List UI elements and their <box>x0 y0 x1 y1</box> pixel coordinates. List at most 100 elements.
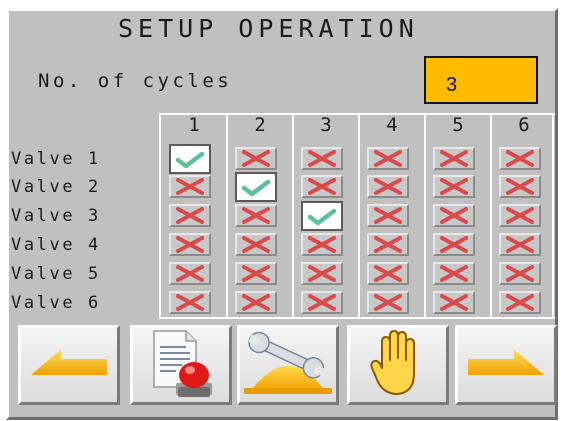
cross-icon <box>176 294 204 311</box>
cross-icon <box>176 207 204 224</box>
valve-4-cycle-3-toggle[interactable] <box>301 233 343 256</box>
cross-icon <box>506 265 534 282</box>
cross-icon <box>308 294 336 311</box>
arrow-right-icon <box>464 343 548 387</box>
cross-icon <box>308 150 336 167</box>
valve-6-cycle-6-toggle[interactable] <box>499 291 541 314</box>
cross-icon <box>440 265 468 282</box>
valve-5-cycle-2-toggle[interactable] <box>235 262 277 285</box>
cross-icon <box>242 207 270 224</box>
valve-3-cycle-1-toggle[interactable] <box>169 204 211 227</box>
arrow-left-icon <box>27 343 111 387</box>
valve-5-cycle-1-toggle[interactable] <box>169 262 211 285</box>
valve-2-cycle-2-toggle[interactable] <box>235 172 277 202</box>
cross-icon <box>308 236 336 253</box>
valve-5-cycle-3-toggle[interactable] <box>301 262 343 285</box>
valve-2-cycle-3-toggle[interactable] <box>301 175 343 198</box>
report-alarm-button[interactable] <box>130 325 232 405</box>
valve-cycle-grid <box>159 113 555 319</box>
cross-icon <box>440 294 468 311</box>
cross-icon <box>176 178 204 195</box>
valve-2-cycle-4-toggle[interactable] <box>367 175 409 198</box>
valve-1-cycle-2-toggle[interactable] <box>235 147 277 170</box>
valve-2-cycle-1-toggle[interactable] <box>169 175 211 198</box>
valve-5-cycle-6-toggle[interactable] <box>499 262 541 285</box>
valve-3-cycle-5-toggle[interactable] <box>433 204 475 227</box>
valve-6-cycle-2-toggle[interactable] <box>235 291 277 314</box>
cross-icon <box>374 178 402 195</box>
valve-6-cycle-4-toggle[interactable] <box>367 291 409 314</box>
valve-2-cycle-5-toggle[interactable] <box>433 175 475 198</box>
valve-5-cycle-5-toggle[interactable] <box>433 262 475 285</box>
screen-title: SETUP OPERATION <box>118 14 419 43</box>
valve-4-cycle-1-toggle[interactable] <box>169 233 211 256</box>
cross-icon <box>374 294 402 311</box>
cross-icon <box>440 207 468 224</box>
hand-icon <box>368 328 428 402</box>
cross-icon <box>374 236 402 253</box>
grid-column-divider <box>490 113 492 319</box>
cross-icon <box>242 236 270 253</box>
check-icon <box>241 179 271 197</box>
maintenance-button[interactable] <box>237 325 339 405</box>
valve-label-3: Valve 3 <box>11 206 101 226</box>
cross-icon <box>506 236 534 253</box>
valve-5-cycle-4-toggle[interactable] <box>367 262 409 285</box>
cross-icon <box>176 236 204 253</box>
valve-1-cycle-4-toggle[interactable] <box>367 147 409 170</box>
document-alarm-icon <box>146 327 216 403</box>
cycles-label: No. of cycles <box>38 70 233 92</box>
valve-4-cycle-5-toggle[interactable] <box>433 233 475 256</box>
valve-1-cycle-5-toggle[interactable] <box>433 147 475 170</box>
cross-icon <box>242 150 270 167</box>
valve-3-cycle-3-toggle[interactable] <box>301 201 343 231</box>
cross-icon <box>440 150 468 167</box>
grid-column-divider <box>358 113 360 319</box>
wrench-helmet-icon <box>240 330 336 400</box>
valve-3-cycle-6-toggle[interactable] <box>499 204 541 227</box>
valve-1-cycle-3-toggle[interactable] <box>301 147 343 170</box>
valve-label-6: Valve 6 <box>11 293 101 313</box>
valve-4-cycle-6-toggle[interactable] <box>499 233 541 256</box>
valve-4-cycle-2-toggle[interactable] <box>235 233 277 256</box>
cross-icon <box>506 150 534 167</box>
valve-3-cycle-4-toggle[interactable] <box>367 204 409 227</box>
valve-6-cycle-5-toggle[interactable] <box>433 291 475 314</box>
column-header-4: 4 <box>386 114 398 136</box>
cross-icon <box>308 178 336 195</box>
check-icon <box>307 208 337 226</box>
column-header-5: 5 <box>452 114 464 136</box>
cross-icon <box>374 265 402 282</box>
valve-3-cycle-2-toggle[interactable] <box>235 204 277 227</box>
cross-icon <box>506 178 534 195</box>
cross-icon <box>242 294 270 311</box>
cross-icon <box>374 150 402 167</box>
grid-column-divider <box>226 113 228 319</box>
forward-arrow-button[interactable] <box>455 325 557 405</box>
grid-bottom-line <box>159 317 555 319</box>
cross-icon <box>506 207 534 224</box>
column-header-2: 2 <box>254 114 266 136</box>
cycles-input[interactable]: 3 <box>424 56 538 104</box>
column-header-3: 3 <box>320 114 332 136</box>
valve-label-2: Valve 2 <box>11 177 101 197</box>
cross-icon <box>440 178 468 195</box>
grid-column-divider <box>424 113 426 319</box>
stop-hand-button[interactable] <box>347 325 449 405</box>
valve-2-cycle-6-toggle[interactable] <box>499 175 541 198</box>
valve-6-cycle-3-toggle[interactable] <box>301 291 343 314</box>
valve-4-cycle-4-toggle[interactable] <box>367 233 409 256</box>
valve-1-cycle-1-toggle[interactable] <box>169 144 211 174</box>
cross-icon <box>308 265 336 282</box>
back-arrow-button[interactable] <box>18 325 120 405</box>
valve-6-cycle-1-toggle[interactable] <box>169 291 211 314</box>
cross-icon <box>242 265 270 282</box>
check-icon <box>175 151 205 169</box>
cross-icon <box>506 294 534 311</box>
grid-column-divider <box>552 113 554 319</box>
cross-icon <box>374 207 402 224</box>
cross-icon <box>440 236 468 253</box>
valve-1-cycle-6-toggle[interactable] <box>499 147 541 170</box>
valve-label-1: Valve 1 <box>11 149 101 169</box>
cross-icon <box>176 265 204 282</box>
